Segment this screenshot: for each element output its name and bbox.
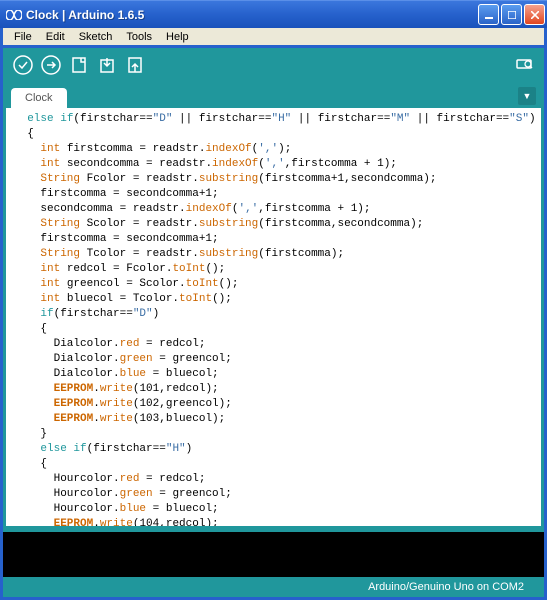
menu-file[interactable]: File	[7, 29, 39, 45]
menu-sketch[interactable]: Sketch	[72, 29, 120, 45]
console-panel	[3, 529, 544, 577]
tab-row: Clock ▼	[3, 82, 544, 108]
minimize-button[interactable]	[478, 4, 499, 25]
code-editor[interactable]: else if(firstchar=="D" || firstchar=="H"…	[6, 108, 541, 526]
menubar: File Edit Sketch Tools Help	[0, 28, 547, 48]
maximize-button[interactable]	[501, 4, 522, 25]
upload-button[interactable]	[39, 53, 63, 77]
open-button[interactable]	[95, 53, 119, 77]
menu-help[interactable]: Help	[159, 29, 196, 45]
menu-edit[interactable]: Edit	[39, 29, 72, 45]
close-button[interactable]	[524, 4, 545, 25]
board-info: Arduino/Genuino Uno on COM2	[368, 581, 524, 593]
tab-menu-button[interactable]: ▼	[518, 87, 536, 105]
verify-button[interactable]	[11, 53, 35, 77]
arduino-icon	[6, 7, 22, 23]
status-bar: Arduino/Genuino Uno on COM2	[3, 577, 544, 597]
menu-tools[interactable]: Tools	[119, 29, 159, 45]
window-title: Clock | Arduino 1.6.5	[26, 8, 478, 22]
titlebar[interactable]: Clock | Arduino 1.6.5	[0, 0, 547, 28]
new-button[interactable]	[67, 53, 91, 77]
tab-clock[interactable]: Clock	[11, 88, 67, 108]
toolbar	[3, 48, 544, 82]
serial-monitor-button[interactable]	[512, 53, 536, 77]
save-button[interactable]	[123, 53, 147, 77]
